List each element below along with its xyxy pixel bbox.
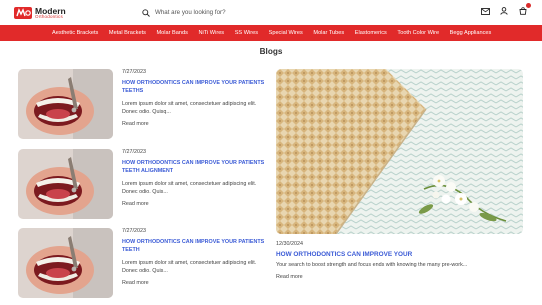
nav-item-molar-bands[interactable]: Molar Bands: [157, 30, 188, 36]
read-more-link[interactable]: Read more: [122, 201, 268, 207]
nav-item-aesthetic-brackets[interactable]: Aesthetic Brackets: [52, 30, 98, 36]
header-icons: [480, 3, 531, 16]
featured-title-link[interactable]: HOW ORTHODONTICS CAN IMPROVE YOUR: [276, 251, 523, 258]
search-icon[interactable]: [142, 4, 150, 22]
post-date: 7/27/2023: [122, 149, 146, 155]
user-icon[interactable]: [499, 6, 509, 16]
cart-badge: [526, 3, 531, 8]
search-input[interactable]: [155, 9, 275, 16]
featured-post: 12/30/2024 HOW ORTHODONTICS CAN IMPROVE …: [276, 69, 523, 299]
post-excerpt: Lorem ipsum dolor sit amet, consectetuer…: [122, 100, 257, 115]
blog-card: 7/27/2023 HOW ORTHODONTICS CAN IMPROVE Y…: [18, 228, 268, 300]
page-title: Blogs: [259, 47, 283, 56]
read-more-link[interactable]: Read more: [122, 280, 268, 286]
post-title-link[interactable]: HOW ORTHODONTICS CAN IMPROVE YOUR PATIEN…: [122, 159, 268, 176]
featured-read-more-link[interactable]: Read more: [276, 274, 523, 280]
featured-excerpt: Your search to boost strength and focus …: [276, 262, 468, 268]
search-bar: [142, 6, 275, 19]
post-date: 7/27/2023: [122, 69, 146, 75]
post-date: 7/27/2023: [122, 228, 146, 234]
brand-logo[interactable]: Modern Orthodontics: [14, 4, 66, 22]
brand-tagline: Orthodontics: [35, 14, 63, 19]
post-title-link[interactable]: HOW ORTHODONTICS CAN IMPROVE YOUR PATIEN…: [122, 79, 268, 96]
featured-image[interactable]: [276, 69, 523, 234]
blog-thumbnail[interactable]: [18, 228, 113, 298]
nav-item-special-wires[interactable]: Special Wires: [269, 30, 303, 36]
mail-icon[interactable]: [480, 6, 490, 16]
blog-card: 7/27/2023 HOW ORTHODONTICS CAN IMPROVE Y…: [18, 69, 268, 141]
nav-item-metal-brackets[interactable]: Metal Brackets: [109, 30, 146, 36]
nav-item-tooth-color-wire[interactable]: Tooth Color Wire: [397, 30, 439, 36]
category-nav: Aesthetic Brackets Metal Brackets Molar …: [0, 25, 542, 41]
featured-date: 12/30/2024: [276, 241, 303, 247]
post-excerpt: Lorem ipsum dolor sit amet, consectetuer…: [122, 180, 257, 195]
top-header: Modern Orthodontics: [0, 0, 542, 26]
post-excerpt: Lorem ipsum dolor sit amet, consectetuer…: [122, 259, 257, 274]
logo-mark-icon: [14, 6, 32, 20]
blog-thumbnail[interactable]: [18, 69, 113, 139]
nav-item-elastomerics[interactable]: Elastomerics: [355, 30, 387, 36]
nav-item-ss-wires[interactable]: SS Wires: [235, 30, 258, 36]
nav-item-niti-wires[interactable]: NiTi Wires: [199, 30, 225, 36]
nav-item-begg-appliances[interactable]: Begg Appliances: [450, 30, 492, 36]
nav-item-molar-tubes[interactable]: Molar Tubes: [313, 30, 344, 36]
blog-thumbnail[interactable]: [18, 149, 113, 219]
read-more-link[interactable]: Read more: [122, 121, 268, 127]
cart-icon[interactable]: [518, 3, 531, 16]
post-title-link[interactable]: HOW ORTHODONTICS CAN IMPROVE YOUR PATIEN…: [122, 238, 268, 255]
blog-card: 7/27/2023 HOW ORTHODONTICS CAN IMPROVE Y…: [18, 149, 268, 221]
